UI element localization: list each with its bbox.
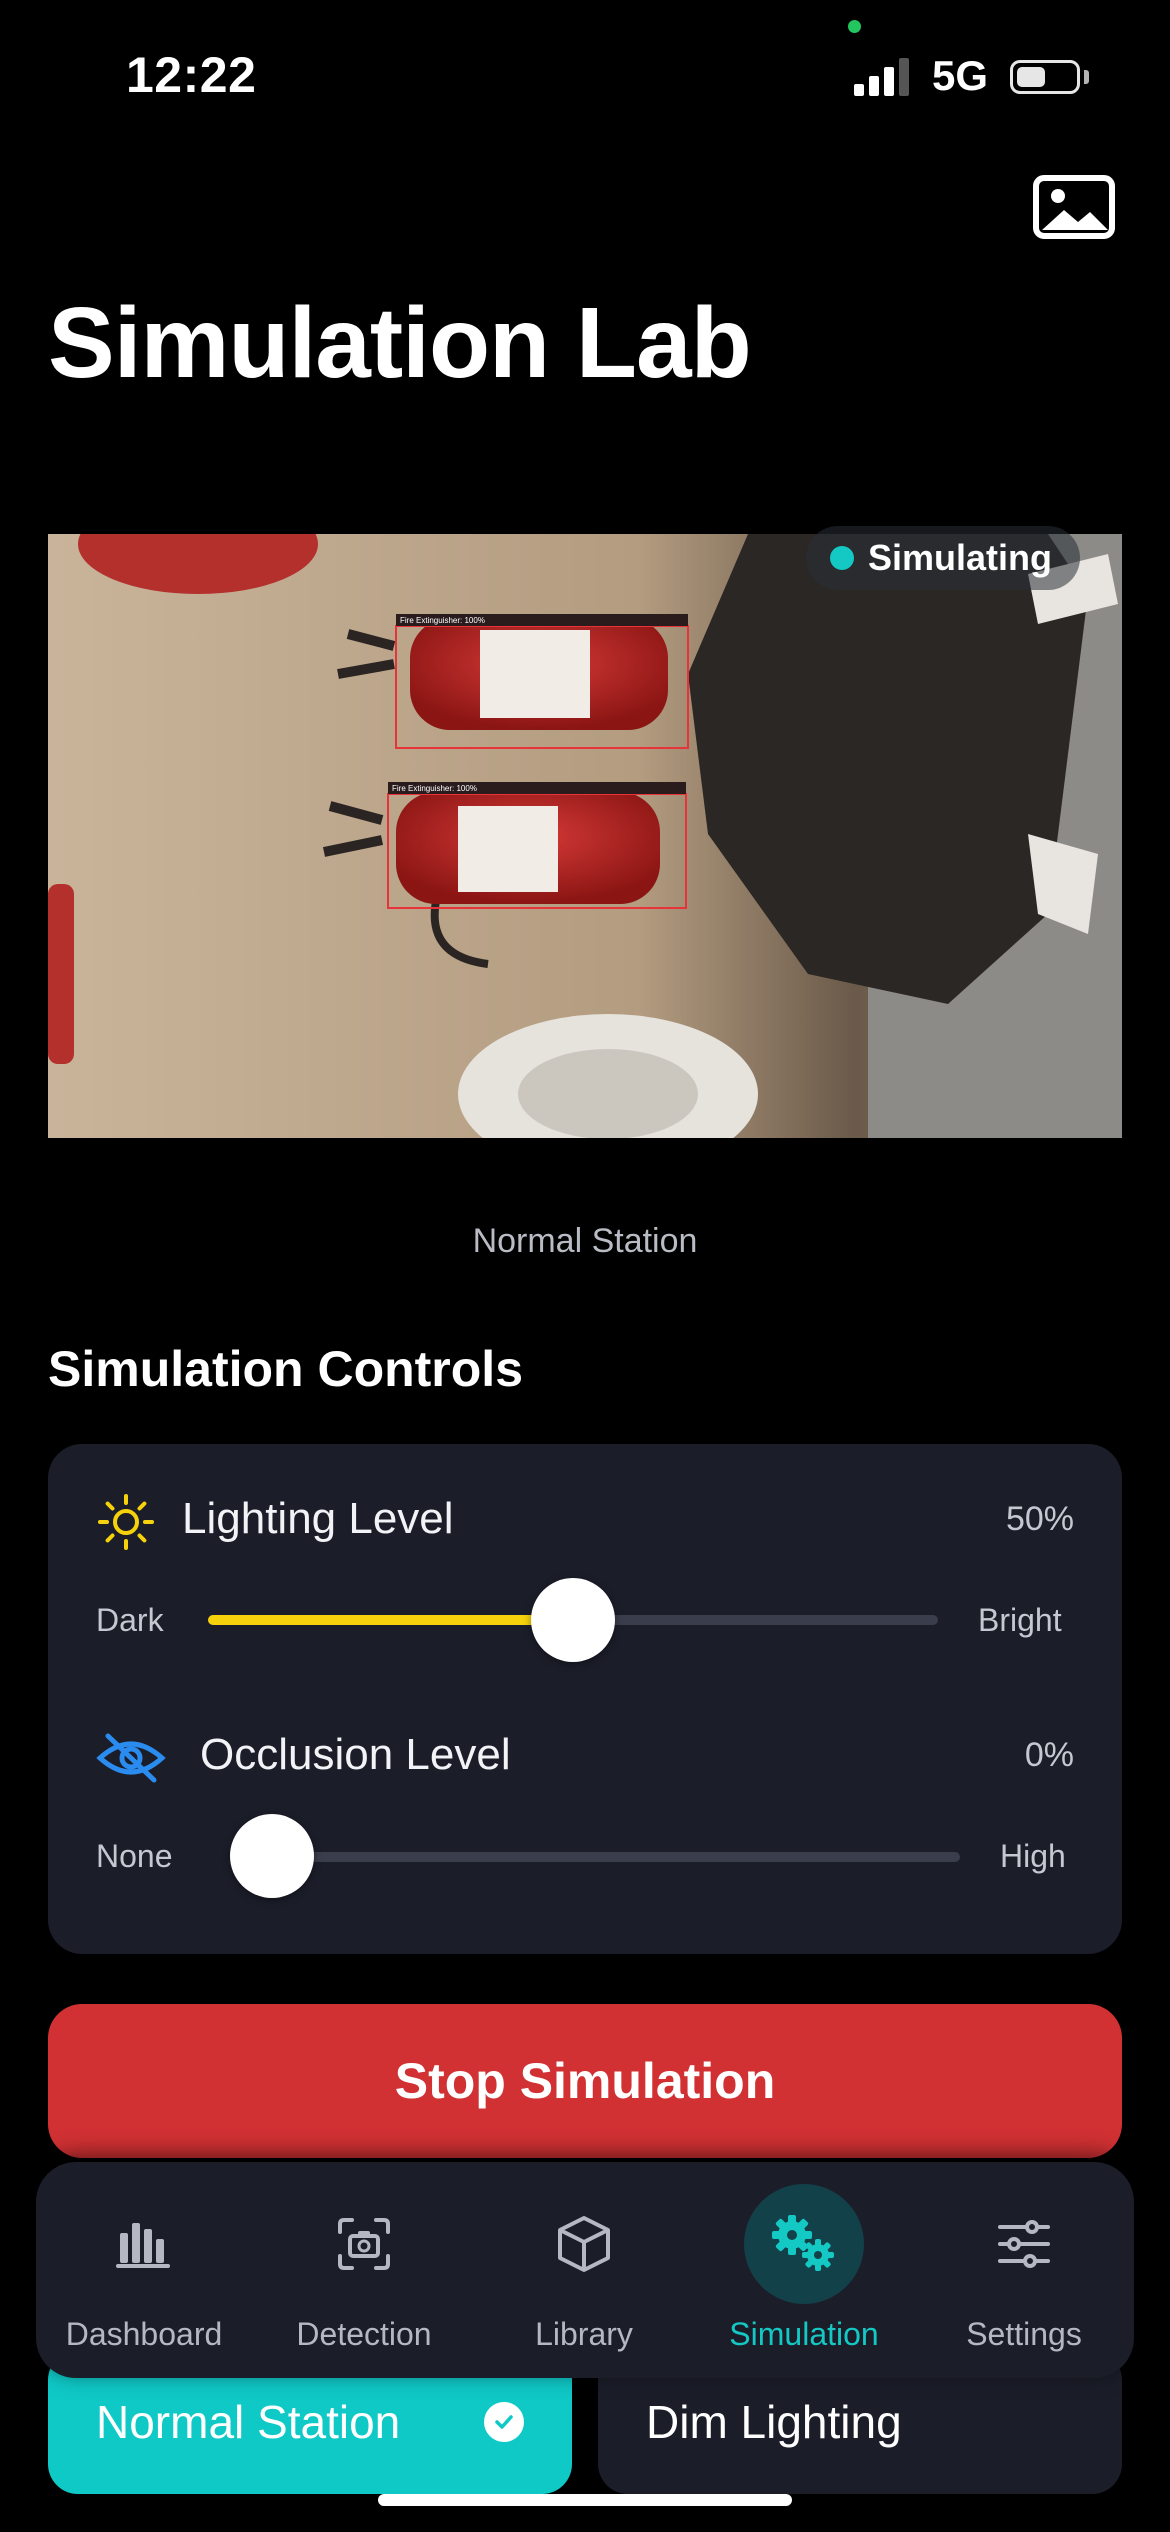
tab-icon-container: [524, 2184, 644, 2304]
eye-slash-icon: [96, 1733, 166, 1783]
camera-preview: Fire Extinguisher: 100% Fire Extinguishe…: [48, 534, 1122, 1138]
tab-icon-container: [964, 2184, 1084, 2304]
tab-simulation[interactable]: Simulation: [704, 2162, 904, 2378]
photo-icon[interactable]: [1032, 174, 1116, 240]
tab-icon-container: [744, 2184, 864, 2304]
preset-label: Dim Lighting: [646, 2396, 902, 2448]
occlusion-max-label: High: [1000, 1838, 1066, 1874]
network-type: 5G: [932, 52, 989, 99]
occlusion-slider-thumb[interactable]: [230, 1814, 314, 1898]
tab-dashboard[interactable]: Dashboard: [44, 2162, 244, 2378]
privacy-indicator: [848, 20, 861, 33]
tab-library[interactable]: Library: [484, 2162, 684, 2378]
battery-icon: [1010, 60, 1080, 94]
stop-simulation-button[interactable]: Stop Simulation: [48, 2004, 1122, 2158]
status-time: 12:22: [126, 47, 257, 103]
lighting-max-label: Bright: [978, 1602, 1062, 1638]
lighting-label: Lighting Level: [182, 1494, 454, 1543]
detection-label-1: Fire Extinguisher: 100%: [400, 616, 485, 625]
camera-icon: [338, 2218, 390, 2270]
tab-label: Detection: [296, 2316, 432, 2352]
bar-chart-icon: [116, 2223, 170, 2268]
sliders-icon: [998, 2220, 1050, 2268]
occlusion-value: 0%: [1024, 1736, 1074, 1774]
lighting-min-label: Dark: [96, 1602, 164, 1638]
section-title: Simulation Controls: [48, 1341, 523, 1397]
page-title: Simulation Lab: [48, 287, 752, 399]
occlusion-label: Occlusion Level: [200, 1730, 511, 1779]
controls-card: Lighting Level 50% Dark Bright Occlusion…: [48, 1444, 1122, 1954]
check-icon: [484, 2402, 524, 2442]
tab-label: Library: [535, 2316, 633, 2352]
simulating-badge-label: Simulating: [868, 537, 1053, 578]
tab-label: Settings: [966, 2316, 1082, 2352]
tab-icon-container: [84, 2184, 204, 2304]
preview-caption: Normal Station: [472, 1222, 698, 1260]
preview-image: Fire Extinguisher: 100% Fire Extinguishe…: [48, 534, 1122, 1138]
home-indicator: [378, 2494, 792, 2506]
status-dot: [830, 546, 854, 570]
tab-icon-container: [304, 2184, 424, 2304]
battery-tip: [1084, 70, 1089, 84]
lighting-slider-fill: [208, 1615, 573, 1625]
lighting-slider-thumb[interactable]: [531, 1578, 615, 1662]
cube-icon: [558, 2216, 610, 2272]
occlusion-min-label: None: [96, 1838, 173, 1874]
tab-bar: Dashboard Detection Library Simulation S…: [36, 2162, 1134, 2378]
lighting-value: 50%: [1005, 1500, 1074, 1538]
detection-label-2: Fire Extinguisher: 100%: [392, 784, 477, 793]
signal-icon: [854, 58, 909, 96]
tab-settings[interactable]: Settings: [924, 2162, 1124, 2378]
gears-icon: [772, 2215, 834, 2271]
simulating-badge: Simulating: [806, 526, 1081, 590]
occlusion-slider-track[interactable]: [256, 1852, 960, 1862]
tab-label: Dashboard: [65, 2316, 223, 2352]
tab-label: Simulation: [729, 2316, 879, 2352]
tab-detection[interactable]: Detection: [264, 2162, 464, 2378]
preset-label: Normal Station: [96, 2396, 401, 2448]
sun-icon: [98, 1494, 154, 1550]
